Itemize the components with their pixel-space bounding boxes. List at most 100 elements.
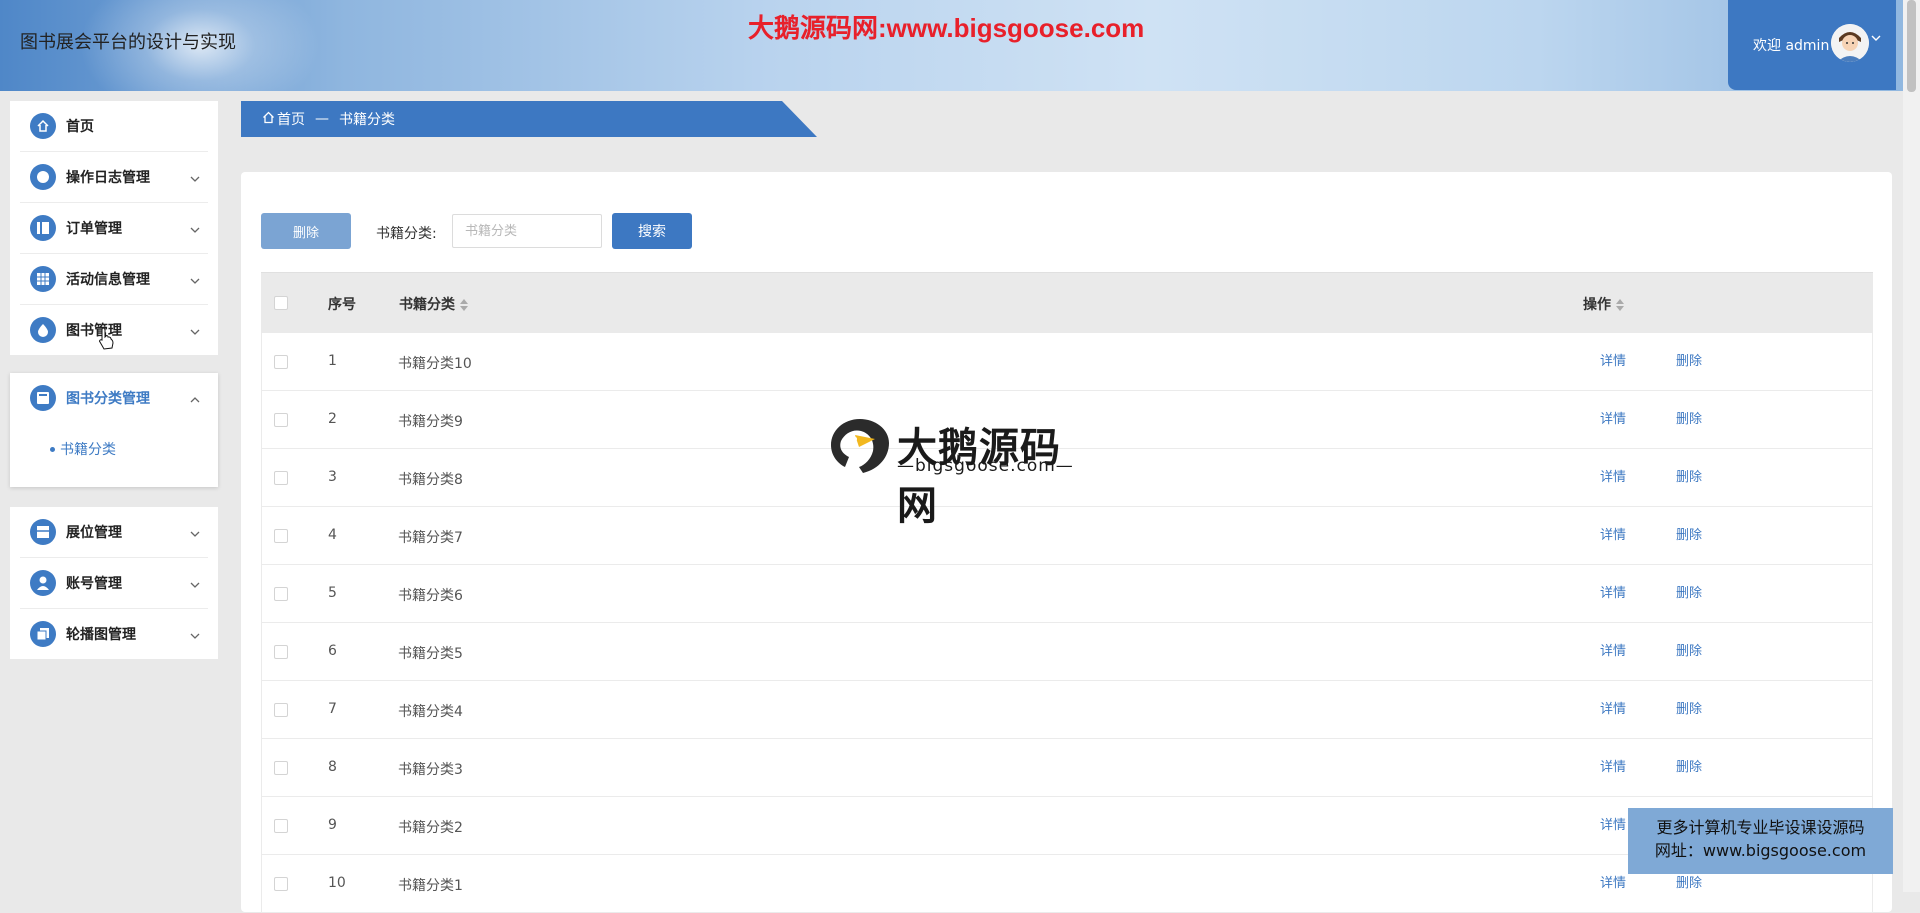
main-panel: 删除 书籍分类: 搜索 序号 书籍分类 操作 1书籍分类10详情删除2书籍分类9… [241, 172, 1892, 913]
row-checkbox[interactable] [274, 529, 288, 543]
category-icon [30, 385, 56, 411]
sidebar-item-label: 账号管理 [66, 576, 122, 592]
row-checkbox[interactable] [274, 471, 288, 485]
chevron-down-icon [190, 220, 200, 233]
delete-link[interactable]: 删除 [1676, 408, 1702, 427]
sidebar-item-label: 活动信息管理 [66, 272, 150, 288]
table-header: 序号 书籍分类 操作 [261, 272, 1873, 333]
row-checkbox[interactable] [274, 587, 288, 601]
chevron-down-icon [190, 575, 200, 588]
sidebar-item-book-category[interactable]: 图书分类管理 [20, 373, 208, 423]
chevron-down-icon [190, 169, 200, 182]
row-checkbox[interactable] [274, 355, 288, 369]
sidebar-item-home[interactable]: 首页 [20, 101, 208, 152]
sort-icon[interactable] [460, 299, 468, 311]
search-button[interactable]: 搜索 [612, 213, 692, 249]
delete-link[interactable]: 删除 [1676, 582, 1702, 601]
row-checkbox[interactable] [274, 413, 288, 427]
sidebar-item-books[interactable]: 图书管理 [20, 305, 208, 355]
row-category: 书籍分类3 [398, 762, 463, 778]
delete-link[interactable]: 删除 [1676, 466, 1702, 485]
row-category: 书籍分类5 [398, 646, 463, 662]
sidebar-item-orders[interactable]: 订单管理 [20, 203, 208, 254]
chevron-down-icon [190, 322, 200, 335]
booth-icon [30, 519, 56, 545]
detail-link[interactable]: 详情 [1600, 756, 1626, 775]
detail-link[interactable]: 详情 [1600, 698, 1626, 717]
row-checkbox[interactable] [274, 761, 288, 775]
home-icon [30, 113, 56, 139]
delete-link[interactable]: 删除 [1676, 756, 1702, 775]
scrollbar-thumb[interactable] [1907, 0, 1916, 92]
sidebar-item-label: 展位管理 [66, 525, 122, 541]
sidebar-item-label: 轮播图管理 [66, 627, 136, 643]
row-category: 书籍分类6 [398, 588, 463, 604]
sidebar-subitem-label: 书籍分类 [60, 442, 116, 458]
row-checkbox[interactable] [274, 703, 288, 717]
detail-link[interactable]: 详情 [1600, 640, 1626, 659]
sidebar-item-accounts[interactable]: 账号管理 [20, 558, 208, 609]
carousel-icon [30, 621, 56, 647]
row-checkbox[interactable] [274, 877, 288, 891]
detail-link[interactable]: 详情 [1600, 872, 1626, 891]
detail-link[interactable]: 详情 [1600, 814, 1626, 833]
breadcrumb-current: 书籍分类 [339, 112, 395, 128]
home-icon[interactable] [262, 111, 275, 128]
detail-link[interactable]: 详情 [1600, 350, 1626, 369]
detail-link[interactable]: 详情 [1600, 466, 1626, 485]
header-category[interactable]: 书籍分类 [399, 294, 468, 314]
table-row: 1 书籍分类10 详情 删除 [261, 333, 1873, 391]
row-index: 8 [328, 759, 337, 775]
row-index: 2 [328, 411, 337, 427]
page-scrollbar[interactable] [1903, 0, 1920, 892]
row-checkbox[interactable] [274, 645, 288, 659]
row-category: 书籍分类4 [398, 704, 463, 720]
sidebar-menu-bottom: 展位管理 账号管理 轮播图管理 [10, 507, 218, 659]
delete-link[interactable]: 删除 [1676, 524, 1702, 543]
chevron-down-icon [190, 626, 200, 639]
table-row: 7 书籍分类4 详情 删除 [261, 681, 1873, 739]
sidebar-item-booth[interactable]: 展位管理 [20, 507, 208, 558]
bullet-dot [50, 447, 55, 452]
app-title: 图书展会平台的设计与实现 [20, 32, 236, 53]
delete-link[interactable]: 删除 [1676, 872, 1702, 891]
grid-icon [30, 266, 56, 292]
row-checkbox[interactable] [274, 819, 288, 833]
chevron-down-icon[interactable] [1871, 32, 1881, 46]
row-index: 6 [328, 643, 337, 659]
search-input[interactable] [452, 214, 602, 248]
sidebar-subitem-book-category[interactable]: 书籍分类 [20, 423, 208, 475]
sidebar-menu-category: 图书分类管理 书籍分类 [10, 373, 218, 487]
top-header: 图书展会平台的设计与实现 大鹅源码网:www.bigsgoose.com 欢迎 … [0, 0, 1920, 91]
header-action[interactable]: 操作 [1583, 294, 1624, 314]
sidebar-item-carousel[interactable]: 轮播图管理 [20, 609, 208, 659]
delete-link[interactable]: 删除 [1676, 640, 1702, 659]
sort-icon[interactable] [1616, 299, 1624, 311]
detail-link[interactable]: 详情 [1600, 524, 1626, 543]
search-label: 书籍分类: [376, 226, 437, 242]
circle-icon [30, 164, 56, 190]
goose-logo-icon [831, 419, 889, 473]
table-row: 6 书籍分类5 详情 删除 [261, 623, 1873, 681]
breadcrumb-home[interactable]: 首页 [277, 109, 305, 129]
row-category: 书籍分类7 [398, 530, 463, 546]
row-category: 书籍分类2 [398, 820, 463, 836]
header-action-label: 操作 [1583, 297, 1611, 313]
delete-link[interactable]: 删除 [1676, 350, 1702, 369]
detail-link[interactable]: 详情 [1600, 582, 1626, 601]
row-category: 书籍分类9 [398, 414, 463, 430]
sidebar-item-label: 首页 [66, 119, 94, 135]
sidebar-item-label: 图书分类管理 [66, 391, 150, 407]
chevron-down-icon [190, 524, 200, 537]
avatar[interactable] [1831, 24, 1869, 62]
batch-delete-button[interactable]: 删除 [261, 213, 351, 249]
select-all-checkbox[interactable] [274, 296, 288, 310]
sidebar-item-label: 订单管理 [66, 221, 122, 237]
delete-link[interactable]: 删除 [1676, 698, 1702, 717]
detail-link[interactable]: 详情 [1600, 408, 1626, 427]
breadcrumb-separator: — [315, 111, 329, 127]
sidebar-item-operation-log[interactable]: 操作日志管理 [20, 152, 208, 203]
user-menu[interactable]: 欢迎 admin [1728, 0, 1896, 90]
row-category: 书籍分类8 [398, 472, 463, 488]
sidebar-item-activity[interactable]: 活动信息管理 [20, 254, 208, 305]
